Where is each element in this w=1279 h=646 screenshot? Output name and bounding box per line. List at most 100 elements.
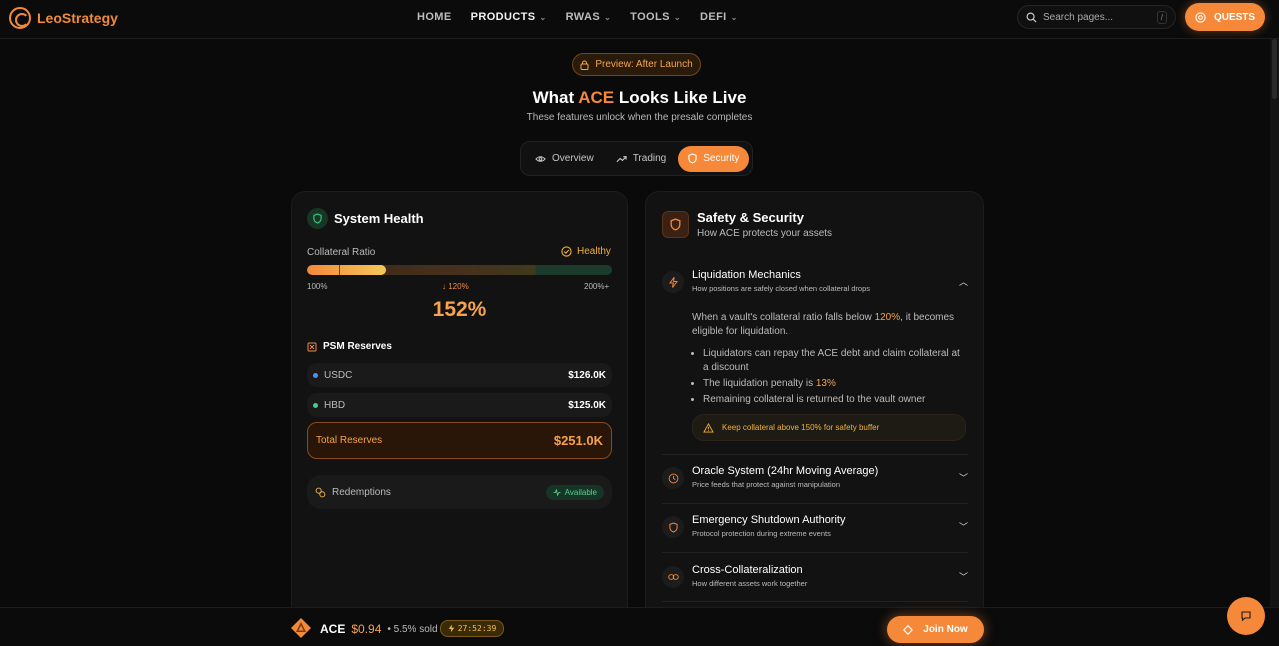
target-icon <box>1195 11 1206 23</box>
accordion-cross-collateral[interactable]: Cross-Collateralization How different as… <box>662 564 968 592</box>
ratio-tick-max: 200%+ <box>584 282 610 291</box>
page-title: What ACE Looks Like Live <box>0 88 1279 108</box>
activity-icon <box>553 488 561 496</box>
lightning-icon <box>662 271 684 293</box>
tab-security-label: Security <box>703 153 740 164</box>
brand-logo[interactable]: LeoStrategy <box>9 7 118 29</box>
ace-price-info: ACE $0.94 • 5.5% sold <box>320 622 438 636</box>
shield-icon <box>688 153 697 164</box>
nav-products-label: PRODUCTS <box>470 11 536 23</box>
reserve-row-usdc: USDC $126.0K <box>307 363 612 387</box>
search-icon <box>1026 12 1037 23</box>
accordion-title: Liquidation Mechanics <box>692 269 801 281</box>
page-scrollbar[interactable] <box>1270 39 1279 607</box>
eye-icon <box>535 155 546 162</box>
tab-overview[interactable]: Overview <box>525 146 604 172</box>
accordion-oracle[interactable]: Oracle System (24hr Moving Average) Pric… <box>662 465 968 493</box>
collateral-ratio-bar <box>307 265 612 275</box>
trending-up-icon <box>616 155 627 162</box>
search-shortcut-key: / <box>1156 10 1167 24</box>
chat-button[interactable] <box>1227 597 1265 635</box>
divider <box>662 454 968 455</box>
main-nav: HOME PRODUCTS ⌄ RWAS ⌄ TOOLS ⌄ DEFI ⌄ <box>417 11 738 23</box>
tab-trading-label: Trading <box>632 153 667 164</box>
nav-home[interactable]: HOME <box>417 11 452 23</box>
lock-icon <box>580 60 589 70</box>
preview-badge: Preview: After Launch <box>572 53 701 76</box>
system-health-title: System Health <box>334 211 424 226</box>
divider <box>662 503 968 504</box>
reserve-name: USDC <box>324 369 353 381</box>
total-reserves-label: Total Reserves <box>316 435 383 446</box>
search-input[interactable] <box>1043 11 1141 23</box>
chat-icon <box>1241 611 1251 622</box>
accordion-title: Cross-Collateralization <box>692 564 803 576</box>
list-item: Remaining collateral is returned to the … <box>703 393 966 407</box>
chevron-down-icon: ﹀ <box>958 522 968 532</box>
title-pre: What <box>532 88 579 107</box>
nav-defi-label: DEFI <box>699 11 727 23</box>
warning-icon <box>703 422 714 433</box>
usdc-dot-icon <box>313 372 318 378</box>
join-now-label: Join Now <box>923 624 968 635</box>
redemptions-status-badge: Available <box>545 484 604 500</box>
accordion-title: Oracle System (24hr Moving Average) <box>692 465 879 477</box>
tab-trading[interactable]: Trading <box>606 146 677 172</box>
accordion-title: Emergency Shutdown Authority <box>692 514 846 526</box>
tab-overview-label: Overview <box>552 153 594 164</box>
accordion-liquidation[interactable]: Liquidation Mechanics How positions are … <box>662 269 968 297</box>
ratio-tick-min: 100% <box>307 282 328 291</box>
title-accent: ACE <box>578 88 615 107</box>
leostrategy-logo-icon <box>9 7 31 29</box>
token-symbol: ACE <box>320 622 346 636</box>
scrollbar-thumb[interactable] <box>1272 39 1277 99</box>
page-subtitle: These features unlock when the presale c… <box>526 112 753 123</box>
token-price: $0.94 <box>351 622 382 636</box>
ace-token-icon <box>291 618 311 638</box>
collateral-ratio-fill <box>307 265 387 275</box>
clock-icon <box>662 467 684 489</box>
safety-subtitle: How ACE protects your assets <box>697 228 833 239</box>
reserve-value: $126.0K <box>568 369 606 381</box>
liquidation-bullets: Liquidators can repay the ACE debt and c… <box>692 347 966 407</box>
chevron-down-icon: ﹀ <box>958 473 968 483</box>
liquidation-details: When a vault's collateral ratio falls be… <box>692 311 966 409</box>
shield-icon <box>662 516 684 538</box>
chevron-down-icon: ⌄ <box>604 12 612 22</box>
diamond-icon <box>903 624 914 635</box>
collateral-warning: Keep collateral above 150% for safety bu… <box>692 414 966 441</box>
nav-home-label: HOME <box>417 11 452 23</box>
accordion-emergency[interactable]: Emergency Shutdown Authority Protocol pr… <box>662 514 968 542</box>
redemptions-row[interactable]: Redemptions Available <box>307 475 612 509</box>
intro-text: When a vault's collateral ratio falls be… <box>692 312 875 323</box>
health-status-label: Healthy <box>577 246 611 257</box>
nav-rwas[interactable]: RWAS ⌄ <box>566 11 612 23</box>
join-now-button[interactable]: Join Now <box>887 616 984 643</box>
quests-button[interactable]: QUESTS <box>1185 3 1265 31</box>
bullet-text: The liquidation penalty is <box>703 378 816 389</box>
nav-defi[interactable]: DEFI ⌄ <box>700 11 738 23</box>
collateral-ratio-value: 152% <box>432 298 487 321</box>
safety-title: Safety & Security <box>697 210 804 225</box>
reserve-box-icon <box>307 342 317 351</box>
redemptions-status: Available <box>564 487 597 497</box>
sold-percentage: • 5.5% sold <box>387 623 438 635</box>
chevron-down-icon: ⌄ <box>539 12 547 22</box>
nav-rwas-label: RWAS <box>565 11 601 23</box>
ratio-tick-liquidation: ↓ 120% <box>442 282 469 291</box>
reserve-name: HBD <box>324 399 346 411</box>
liquidation-intro: When a vault's collateral ratio falls be… <box>692 311 966 339</box>
tab-security[interactable]: Security <box>678 145 750 172</box>
liquidation-marker <box>339 265 340 275</box>
search-box[interactable]: / <box>1017 5 1176 29</box>
nav-tools[interactable]: TOOLS ⌄ <box>630 11 681 23</box>
bullet-highlight: 13% <box>815 378 836 389</box>
title-post: Looks Like Live <box>614 88 747 107</box>
nav-tools-label: TOOLS <box>630 11 670 23</box>
brand-name: LeoStrategy <box>37 10 118 26</box>
total-reserves-row: Total Reserves $251.0K <box>307 422 612 459</box>
divider <box>662 552 968 553</box>
psm-reserves-title: PSM Reserves <box>323 341 392 352</box>
list-item: Liquidators can repay the ACE debt and c… <box>703 347 966 375</box>
nav-products[interactable]: PRODUCTS ⌄ <box>471 11 547 23</box>
